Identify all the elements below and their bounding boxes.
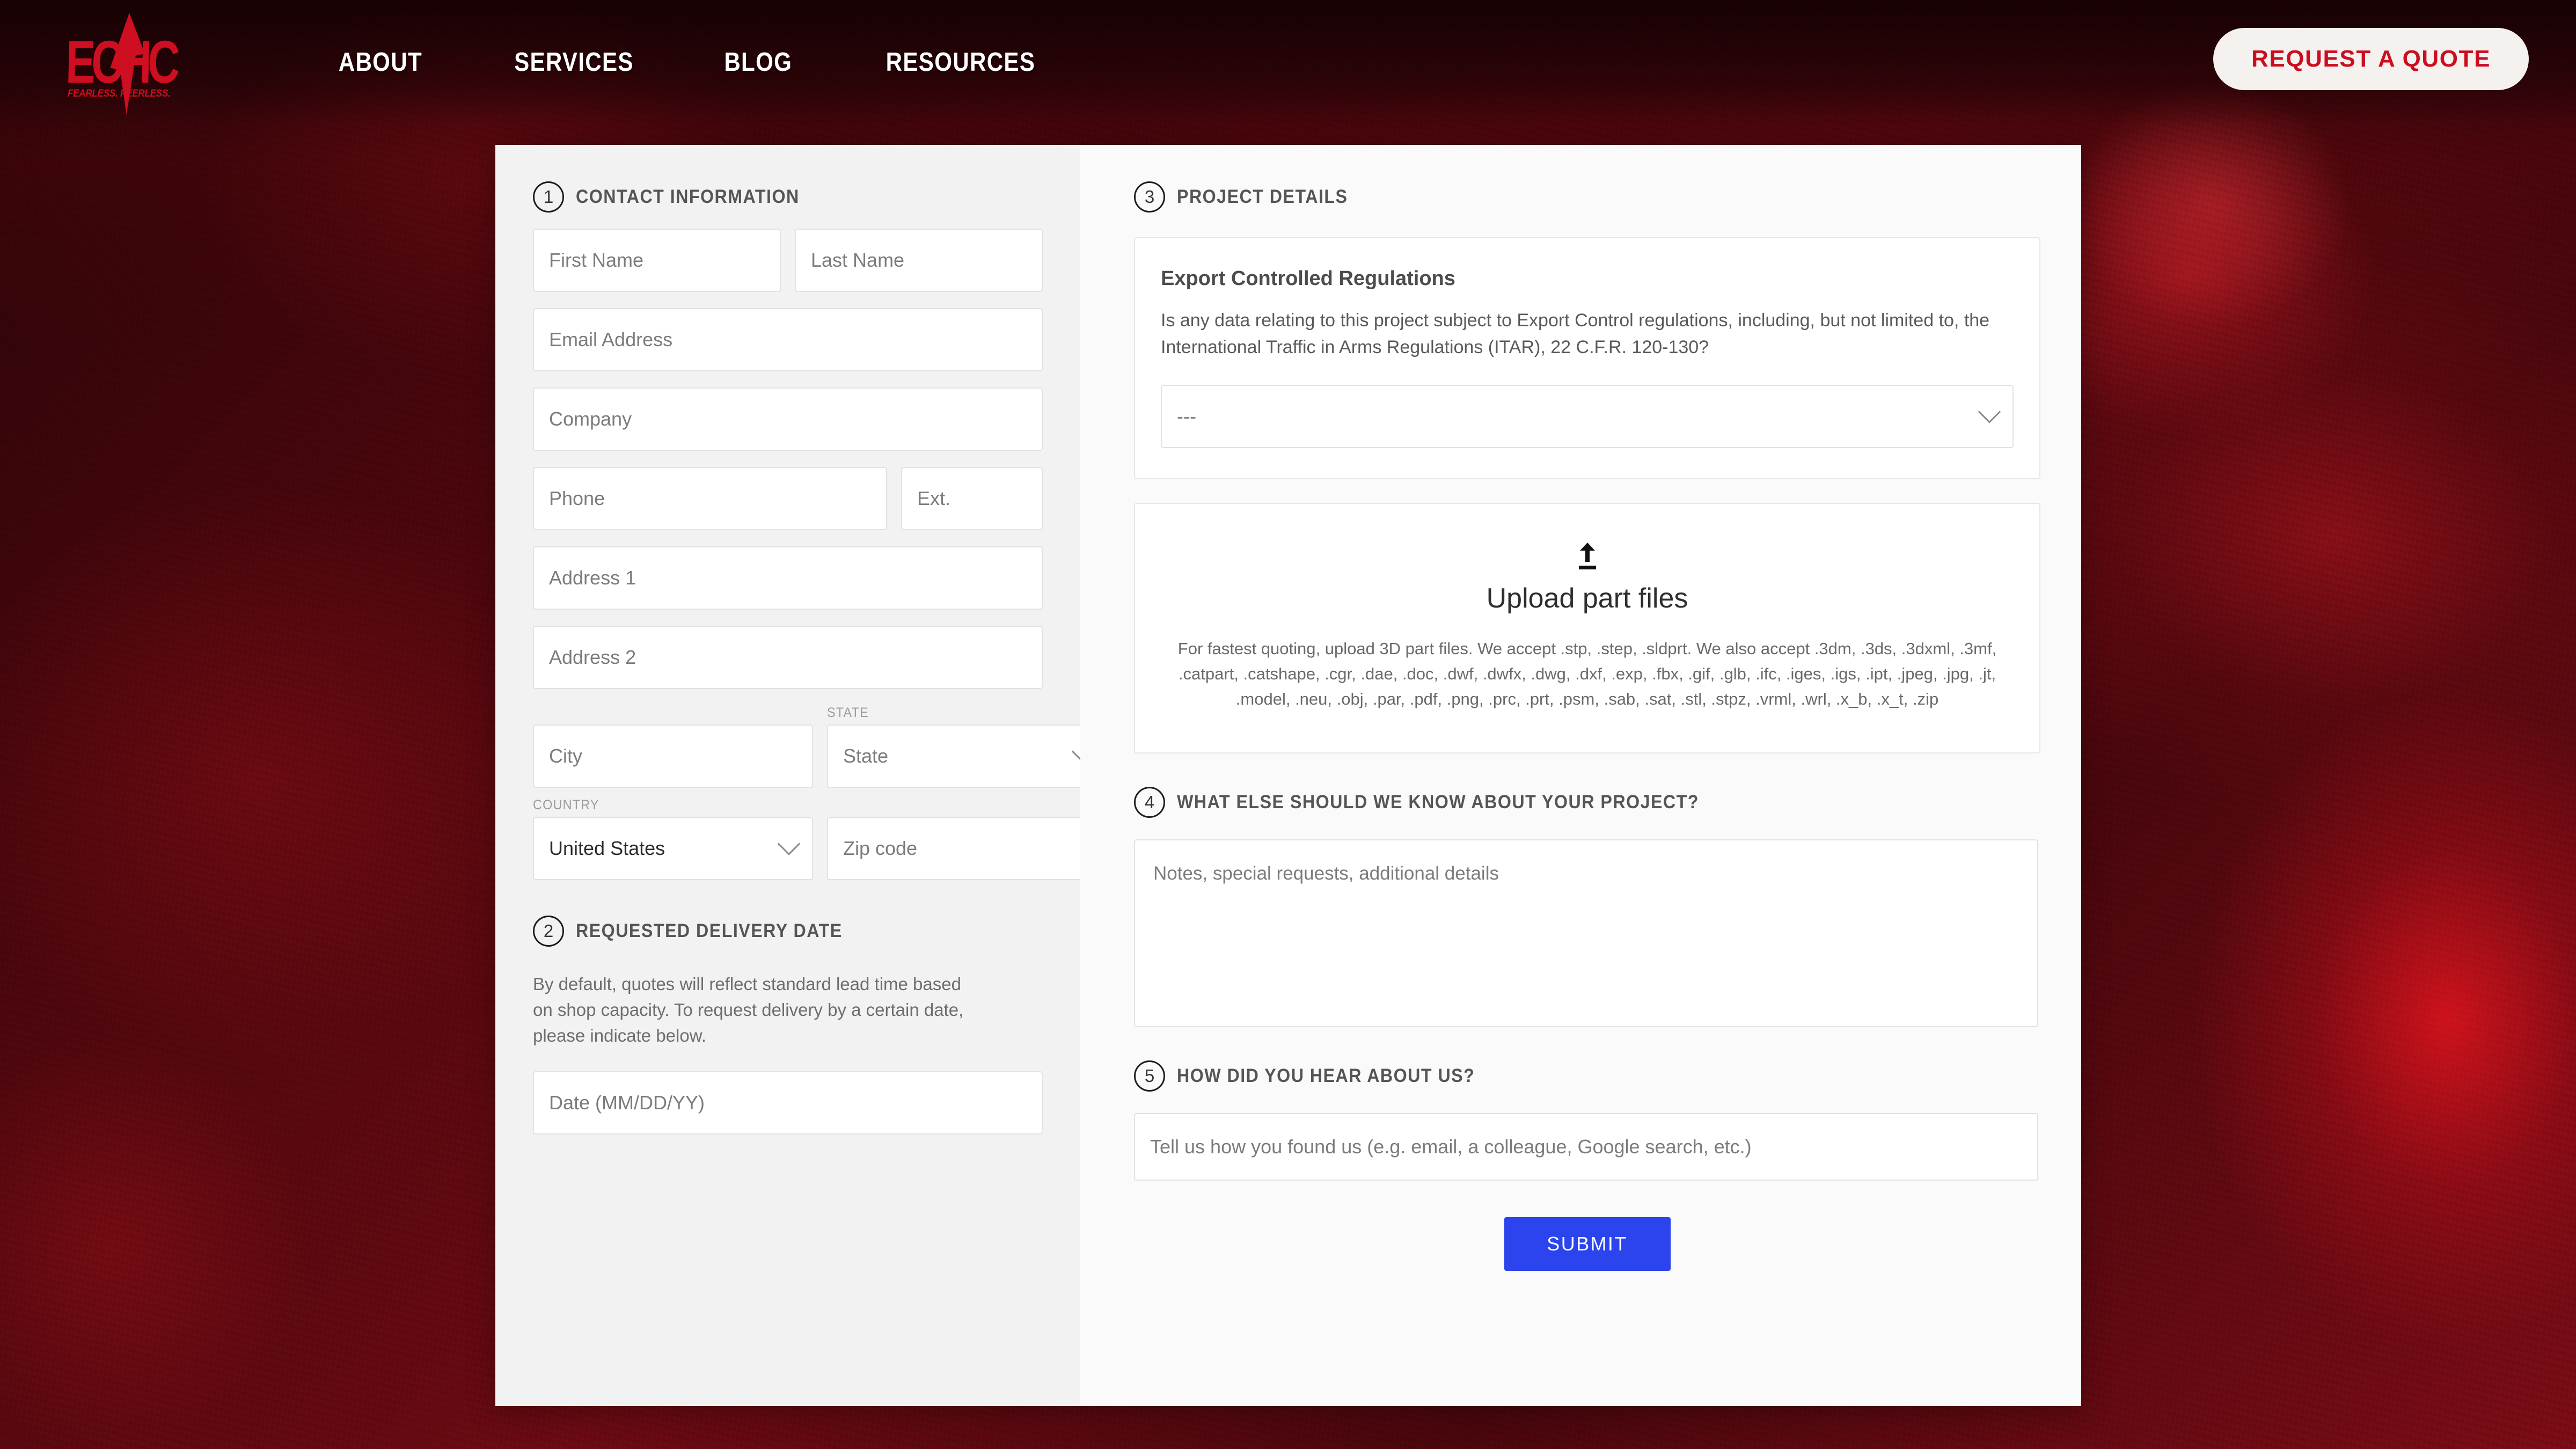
- section-number-badge-3: 3: [1134, 181, 1165, 213]
- address2-row: Address 2: [533, 626, 1043, 689]
- delivery-date-row: Date (MM/DD/YY): [533, 1071, 1043, 1135]
- section-header-how-did-you-hear: 5 HOW DID YOU HEAR ABOUT US?: [1134, 1060, 2040, 1092]
- section-title-how-did-you-hear: HOW DID YOU HEAR ABOUT US?: [1177, 1065, 1475, 1087]
- country-zip-row: COUNTRY United States Zip code: [533, 797, 1107, 880]
- country-group: COUNTRY United States: [533, 797, 813, 880]
- delivery-date-help-text: By default, quotes will reflect standard…: [533, 974, 964, 1045]
- nav-item-about[interactable]: ABOUT: [339, 47, 422, 77]
- how-did-you-hear-input[interactable]: Tell us how you found us (e.g. email, a …: [1134, 1113, 2038, 1181]
- main-navigation: ABOUT SERVICES BLOG RESOURCES: [332, 0, 1048, 125]
- state-label: STATE: [827, 705, 869, 720]
- upload-title: Upload part files: [1486, 582, 1688, 614]
- name-row: First Name Last Name: [533, 229, 1043, 292]
- country-select[interactable]: United States: [533, 817, 813, 880]
- section-number-badge-1: 1: [533, 181, 564, 213]
- nav-item-resources[interactable]: RESOURCES: [886, 47, 1036, 77]
- chevron-down-icon: [1978, 400, 2001, 423]
- section-number-badge-4: 4: [1134, 787, 1165, 818]
- nav-item-blog[interactable]: BLOG: [724, 47, 792, 77]
- section-header-contact-information: 1 CONTACT INFORMATION: [533, 181, 1043, 213]
- address-line-1-input[interactable]: Address 1: [533, 546, 1043, 610]
- first-name-input[interactable]: First Name: [533, 229, 781, 292]
- delivery-date-input[interactable]: Date (MM/DD/YY): [533, 1071, 1043, 1135]
- export-card-question: Is any data relating to this project sub…: [1161, 310, 1990, 357]
- section-title-project-notes: WHAT ELSE SHOULD WE KNOW ABOUT YOUR PROJ…: [1177, 792, 1699, 813]
- state-select[interactable]: State: [827, 724, 1107, 788]
- section-title-project-details: PROJECT DETAILS: [1177, 186, 1348, 207]
- chevron-down-icon: [777, 832, 801, 855]
- company-row: Company: [533, 387, 1043, 451]
- phone-input[interactable]: Phone: [533, 467, 887, 530]
- section-header-project-notes: 4 WHAT ELSE SHOULD WE KNOW ABOUT YOUR PR…: [1134, 787, 2040, 818]
- email-row: Email Address: [533, 308, 1043, 371]
- city-input[interactable]: City: [533, 724, 813, 788]
- site-header: ECHC FEARLESS. PEERLESS. ABOUT SERVICES …: [0, 0, 2576, 125]
- export-card-title: Export Controlled Regulations: [1161, 267, 1455, 290]
- company-input[interactable]: Company: [533, 387, 1043, 451]
- export-control-select[interactable]: ---: [1161, 384, 2014, 448]
- form-right-column: 3 PROJECT DETAILS Export Controlled Regu…: [1080, 145, 2081, 1406]
- country-select-value: United States: [549, 837, 665, 859]
- country-label: COUNTRY: [533, 797, 599, 813]
- project-notes-textarea[interactable]: Notes, special requests, additional deta…: [1134, 839, 2038, 1028]
- quote-request-form-card: 1 CONTACT INFORMATION First Name Last Na…: [495, 145, 2081, 1406]
- city-group: City: [533, 705, 813, 788]
- upload-accepted-formats-text: For fastest quoting, upload 3D part file…: [1177, 639, 1997, 709]
- city-state-row: City STATE State: [533, 705, 1107, 788]
- upload-part-files-dropzone[interactable]: Upload part files For fastest quoting, u…: [1134, 502, 2040, 754]
- section-header-project-details: 3 PROJECT DETAILS: [1134, 181, 2040, 213]
- phone-extension-input[interactable]: Ext.: [901, 467, 1043, 530]
- state-select-value: State: [843, 745, 889, 767]
- request-a-quote-button[interactable]: REQUEST A QUOTE: [2213, 28, 2529, 90]
- section-title-requested-delivery-date: REQUESTED DELIVERY DATE: [576, 920, 843, 941]
- export-controlled-regulations-card: Export Controlled Regulations Is any dat…: [1134, 237, 2040, 479]
- last-name-input[interactable]: Last Name: [795, 229, 1043, 292]
- upload-arrow-icon: [1576, 542, 1599, 570]
- address-line-2-input[interactable]: Address 2: [533, 626, 1043, 689]
- form-left-column: 1 CONTACT INFORMATION First Name Last Na…: [495, 145, 1107, 1406]
- section-number-badge-2: 2: [533, 916, 564, 947]
- zip-group: Zip code: [827, 797, 1107, 880]
- phone-row: Phone Ext.: [533, 467, 1043, 530]
- export-control-select-value: ---: [1177, 405, 1196, 427]
- logo-tagline: FEARLESS. PEERLESS.: [68, 88, 171, 99]
- section-title-contact-information: CONTACT INFORMATION: [576, 186, 800, 207]
- zip-code-input[interactable]: Zip code: [827, 817, 1107, 880]
- submit-button[interactable]: SUBMIT: [1504, 1217, 1671, 1271]
- nav-item-services[interactable]: SERVICES: [514, 47, 634, 77]
- site-logo[interactable]: ECHC FEARLESS. PEERLESS.: [39, 10, 216, 117]
- section-number-badge-5: 5: [1134, 1060, 1165, 1092]
- email-input[interactable]: Email Address: [533, 308, 1043, 371]
- address1-row: Address 1: [533, 546, 1043, 610]
- state-group: STATE State: [827, 705, 1107, 788]
- section-header-requested-delivery-date: 2 REQUESTED DELIVERY DATE: [533, 916, 1043, 947]
